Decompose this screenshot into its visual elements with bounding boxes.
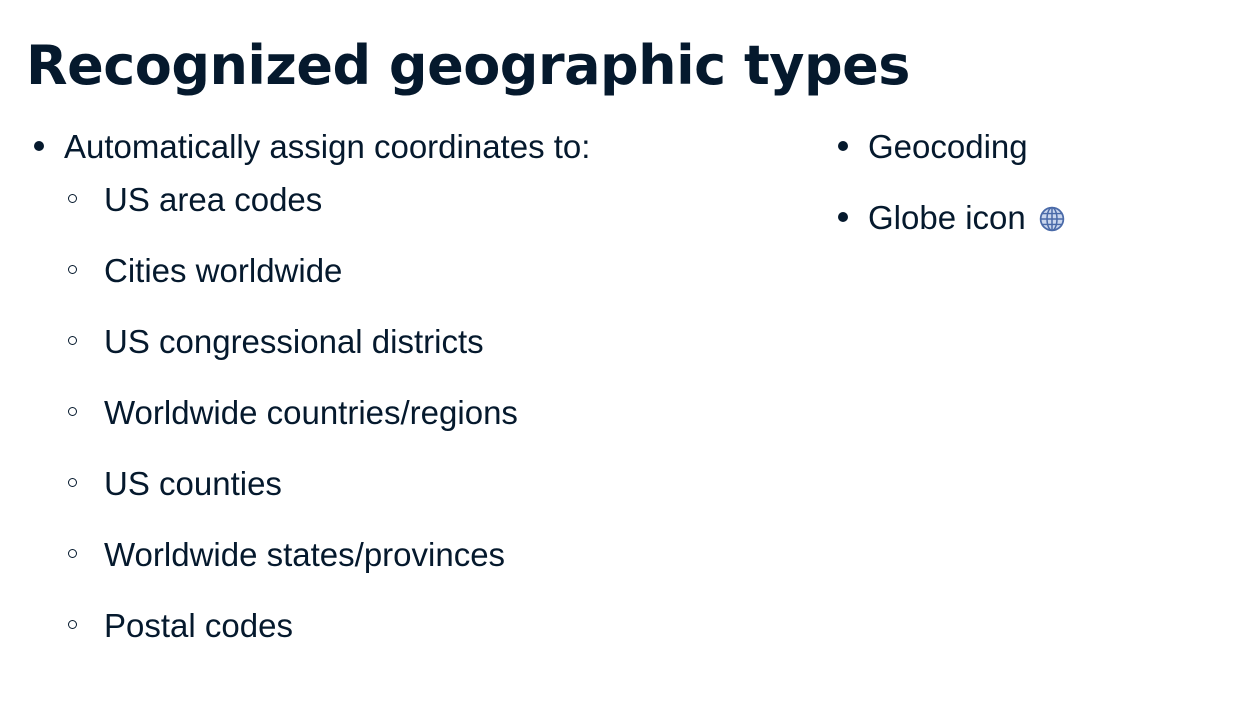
page-title: Recognized geographic types (26, 34, 910, 97)
list-item-label: Worldwide countries/regions (104, 394, 518, 431)
list-item-label: US congressional districts (104, 323, 484, 360)
list-item: Geocoding (834, 124, 1214, 170)
list-item: Cities worldwide (64, 248, 790, 294)
list-item-label: US area codes (104, 181, 323, 218)
list-item-label: Cities worldwide (104, 252, 343, 289)
bullet-circle-icon (68, 265, 77, 274)
bullet-list: Automatically assign coordinates to: US … (30, 124, 790, 649)
bullet-disc-icon (34, 141, 44, 151)
bullet-disc-icon (838, 141, 848, 151)
list-item-label: US counties (104, 465, 282, 502)
bullet-list: Geocoding Globe icon (834, 124, 1214, 241)
right-column: Geocoding Globe icon (834, 124, 1214, 266)
bullet-circle-icon (68, 194, 77, 203)
list-item-label: Automatically assign coordinates to: (64, 128, 591, 165)
sub-list: US area codes Cities worldwide US congre… (64, 177, 790, 649)
bullet-disc-icon (838, 212, 848, 222)
bullet-circle-icon (68, 478, 77, 487)
left-column: Automatically assign coordinates to: US … (30, 124, 790, 674)
list-item: US counties (64, 461, 790, 507)
list-item: Globe icon (834, 195, 1214, 241)
bullet-circle-icon (68, 336, 77, 345)
list-item: US area codes (64, 177, 790, 223)
globe-icon (1039, 206, 1065, 232)
list-item: US congressional districts (64, 319, 790, 365)
bullet-circle-icon (68, 620, 77, 629)
list-item: Worldwide states/provinces (64, 532, 790, 578)
bullet-circle-icon (68, 549, 77, 558)
list-item-label: Geocoding (868, 128, 1028, 165)
list-item-label: Worldwide states/provinces (104, 536, 506, 573)
list-item-label: Postal codes (104, 607, 293, 644)
list-item: Automatically assign coordinates to: US … (30, 124, 790, 649)
bullet-circle-icon (68, 407, 77, 416)
list-item: Worldwide countries/regions (64, 390, 790, 436)
list-item-label: Globe icon (868, 199, 1026, 236)
list-item: Postal codes (64, 603, 790, 649)
